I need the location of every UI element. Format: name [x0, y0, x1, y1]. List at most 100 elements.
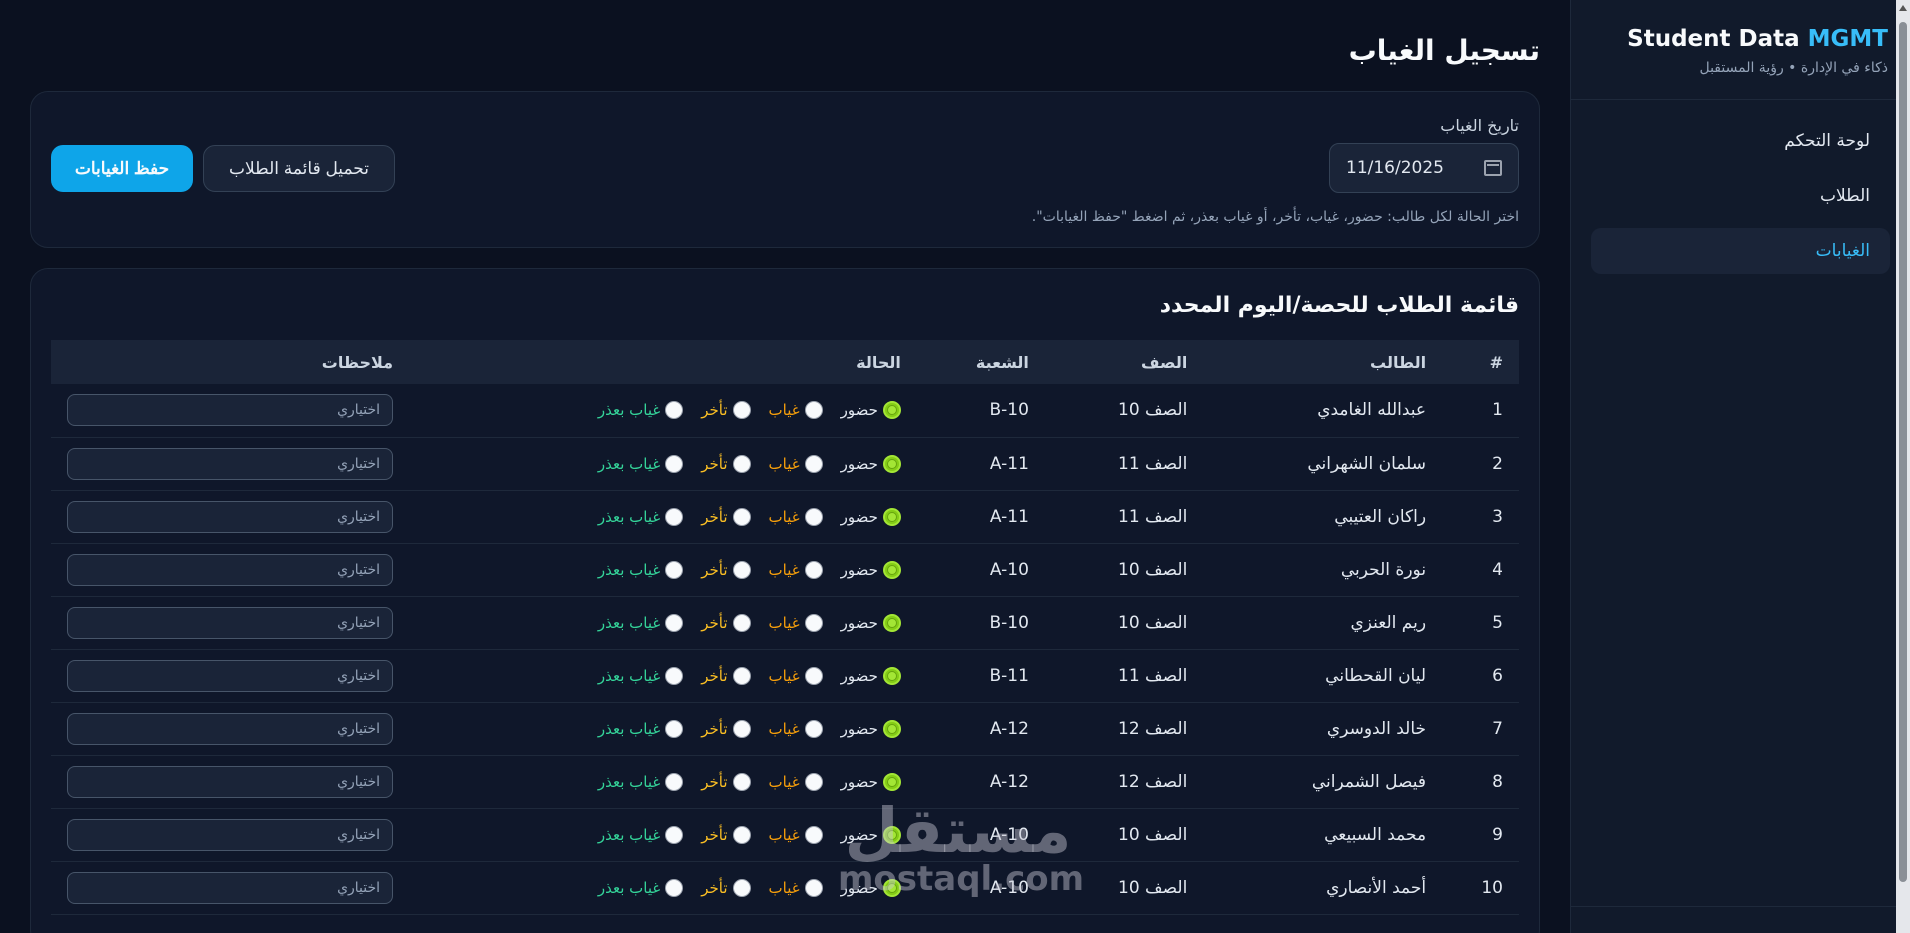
status-option-excused[interactable]: غياب بعذر	[598, 507, 684, 526]
calendar-icon[interactable]	[1484, 160, 1502, 176]
status-option-late[interactable]: تأخر	[701, 401, 751, 420]
status-radio-late[interactable]	[732, 878, 751, 897]
save-absences-button[interactable]: حفظ الغيابات	[51, 145, 193, 192]
status-radio-present[interactable]	[882, 613, 901, 632]
status-option-excused[interactable]: غياب بعذر	[598, 560, 684, 579]
status-radio-absent[interactable]	[804, 401, 823, 420]
status-option-late[interactable]: تأخر	[701, 507, 751, 526]
status-radio-late[interactable]	[732, 719, 751, 738]
scroll-thumb[interactable]	[1899, 22, 1907, 882]
status-radio-present[interactable]	[882, 507, 901, 526]
notes-input[interactable]	[67, 818, 394, 851]
notes-input[interactable]	[67, 765, 394, 798]
status-radio-absent[interactable]	[804, 666, 823, 685]
status-radio-late[interactable]	[732, 666, 751, 685]
status-option-excused[interactable]: غياب بعذر	[598, 613, 684, 632]
status-option-absent[interactable]: غياب	[769, 401, 823, 420]
status-radio-late[interactable]	[732, 772, 751, 791]
status-radio-absent[interactable]	[804, 719, 823, 738]
status-option-absent[interactable]: غياب	[769, 825, 823, 844]
status-option-absent[interactable]: غياب	[769, 507, 823, 526]
status-radio-excused[interactable]	[665, 401, 684, 420]
notes-input[interactable]	[67, 712, 394, 745]
status-radio-absent[interactable]	[804, 454, 823, 473]
scroll-up-icon[interactable]	[1899, 5, 1907, 11]
status-option-present[interactable]: حضور	[841, 772, 901, 791]
status-option-present[interactable]: حضور	[841, 401, 901, 420]
status-option-present[interactable]: حضور	[841, 878, 901, 897]
sidebar-item-dashboard[interactable]: لوحة التحكم	[1591, 118, 1890, 164]
status-radio-present[interactable]	[882, 401, 901, 420]
status-radio-late[interactable]	[732, 560, 751, 579]
notes-input[interactable]	[67, 659, 394, 692]
status-radio-late[interactable]	[732, 507, 751, 526]
status-radio-present[interactable]	[882, 666, 901, 685]
load-students-button[interactable]: تحميل قائمة الطلاب	[203, 145, 395, 192]
status-radio-present[interactable]	[882, 560, 901, 579]
status-option-late[interactable]: تأخر	[701, 454, 751, 473]
status-option-present[interactable]: حضور	[841, 825, 901, 844]
status-radio-present[interactable]	[882, 878, 901, 897]
status-option-absent[interactable]: غياب	[769, 878, 823, 897]
status-option-absent[interactable]: غياب	[769, 719, 823, 738]
status-option-absent[interactable]: غياب	[769, 772, 823, 791]
status-radio-late[interactable]	[732, 613, 751, 632]
status-option-present[interactable]: حضور	[841, 719, 901, 738]
status-radio-absent[interactable]	[804, 613, 823, 632]
status-option-absent[interactable]: غياب	[769, 454, 823, 473]
status-radio-excused[interactable]	[665, 613, 684, 632]
status-radio-late[interactable]	[732, 454, 751, 473]
status-option-excused[interactable]: غياب بعذر	[598, 666, 684, 685]
status-option-present[interactable]: حضور	[841, 507, 901, 526]
status-radio-present[interactable]	[882, 825, 901, 844]
status-option-absent[interactable]: غياب	[769, 560, 823, 579]
status-radio-present[interactable]	[882, 772, 901, 791]
status-radio-absent[interactable]	[804, 507, 823, 526]
notes-input[interactable]	[67, 553, 394, 586]
status-radio-excused[interactable]	[665, 666, 684, 685]
status-option-late[interactable]: تأخر	[701, 613, 751, 632]
status-radio-present[interactable]	[882, 719, 901, 738]
status-option-late[interactable]: تأخر	[701, 825, 751, 844]
status-option-excused[interactable]: غياب بعذر	[598, 401, 684, 420]
status-radio-late[interactable]	[732, 401, 751, 420]
status-option-absent[interactable]: غياب	[769, 613, 823, 632]
status-option-excused[interactable]: غياب بعذر	[598, 772, 684, 791]
status-option-present[interactable]: حضور	[841, 560, 901, 579]
status-option-present[interactable]: حضور	[841, 666, 901, 685]
sidebar-item-students[interactable]: الطلاب	[1591, 173, 1890, 219]
notes-input[interactable]	[67, 447, 394, 480]
notes-input[interactable]	[67, 500, 394, 533]
status-option-excused[interactable]: غياب بعذر	[598, 719, 684, 738]
status-option-late[interactable]: تأخر	[701, 719, 751, 738]
status-radio-late[interactable]	[732, 825, 751, 844]
sidebar-item-absences[interactable]: الغيابات	[1591, 228, 1890, 274]
status-radio-absent[interactable]	[804, 825, 823, 844]
status-option-present[interactable]: حضور	[841, 613, 901, 632]
status-option-late[interactable]: تأخر	[701, 560, 751, 579]
status-radio-excused[interactable]	[665, 878, 684, 897]
status-radio-excused[interactable]	[665, 454, 684, 473]
status-option-absent[interactable]: غياب	[769, 666, 823, 685]
notes-input[interactable]	[67, 394, 394, 427]
status-radio-absent[interactable]	[804, 560, 823, 579]
status-radio-excused[interactable]	[665, 507, 684, 526]
status-radio-absent[interactable]	[804, 878, 823, 897]
status-radio-absent[interactable]	[804, 772, 823, 791]
status-radio-excused[interactable]	[665, 772, 684, 791]
page-scrollbar[interactable]	[1896, 0, 1910, 933]
date-input[interactable]: 11/16/2025	[1329, 143, 1519, 193]
status-radio-present[interactable]	[882, 454, 901, 473]
status-radio-excused[interactable]	[665, 825, 684, 844]
status-option-present[interactable]: حضور	[841, 454, 901, 473]
status-option-late[interactable]: تأخر	[701, 666, 751, 685]
notes-input[interactable]	[67, 871, 394, 904]
notes-input[interactable]	[67, 606, 394, 639]
status-option-excused[interactable]: غياب بعذر	[598, 825, 684, 844]
status-radio-excused[interactable]	[665, 719, 684, 738]
status-option-late[interactable]: تأخر	[701, 878, 751, 897]
status-option-excused[interactable]: غياب بعذر	[598, 454, 684, 473]
status-radio-excused[interactable]	[665, 560, 684, 579]
status-option-late[interactable]: تأخر	[701, 772, 751, 791]
status-option-excused[interactable]: غياب بعذر	[598, 878, 684, 897]
